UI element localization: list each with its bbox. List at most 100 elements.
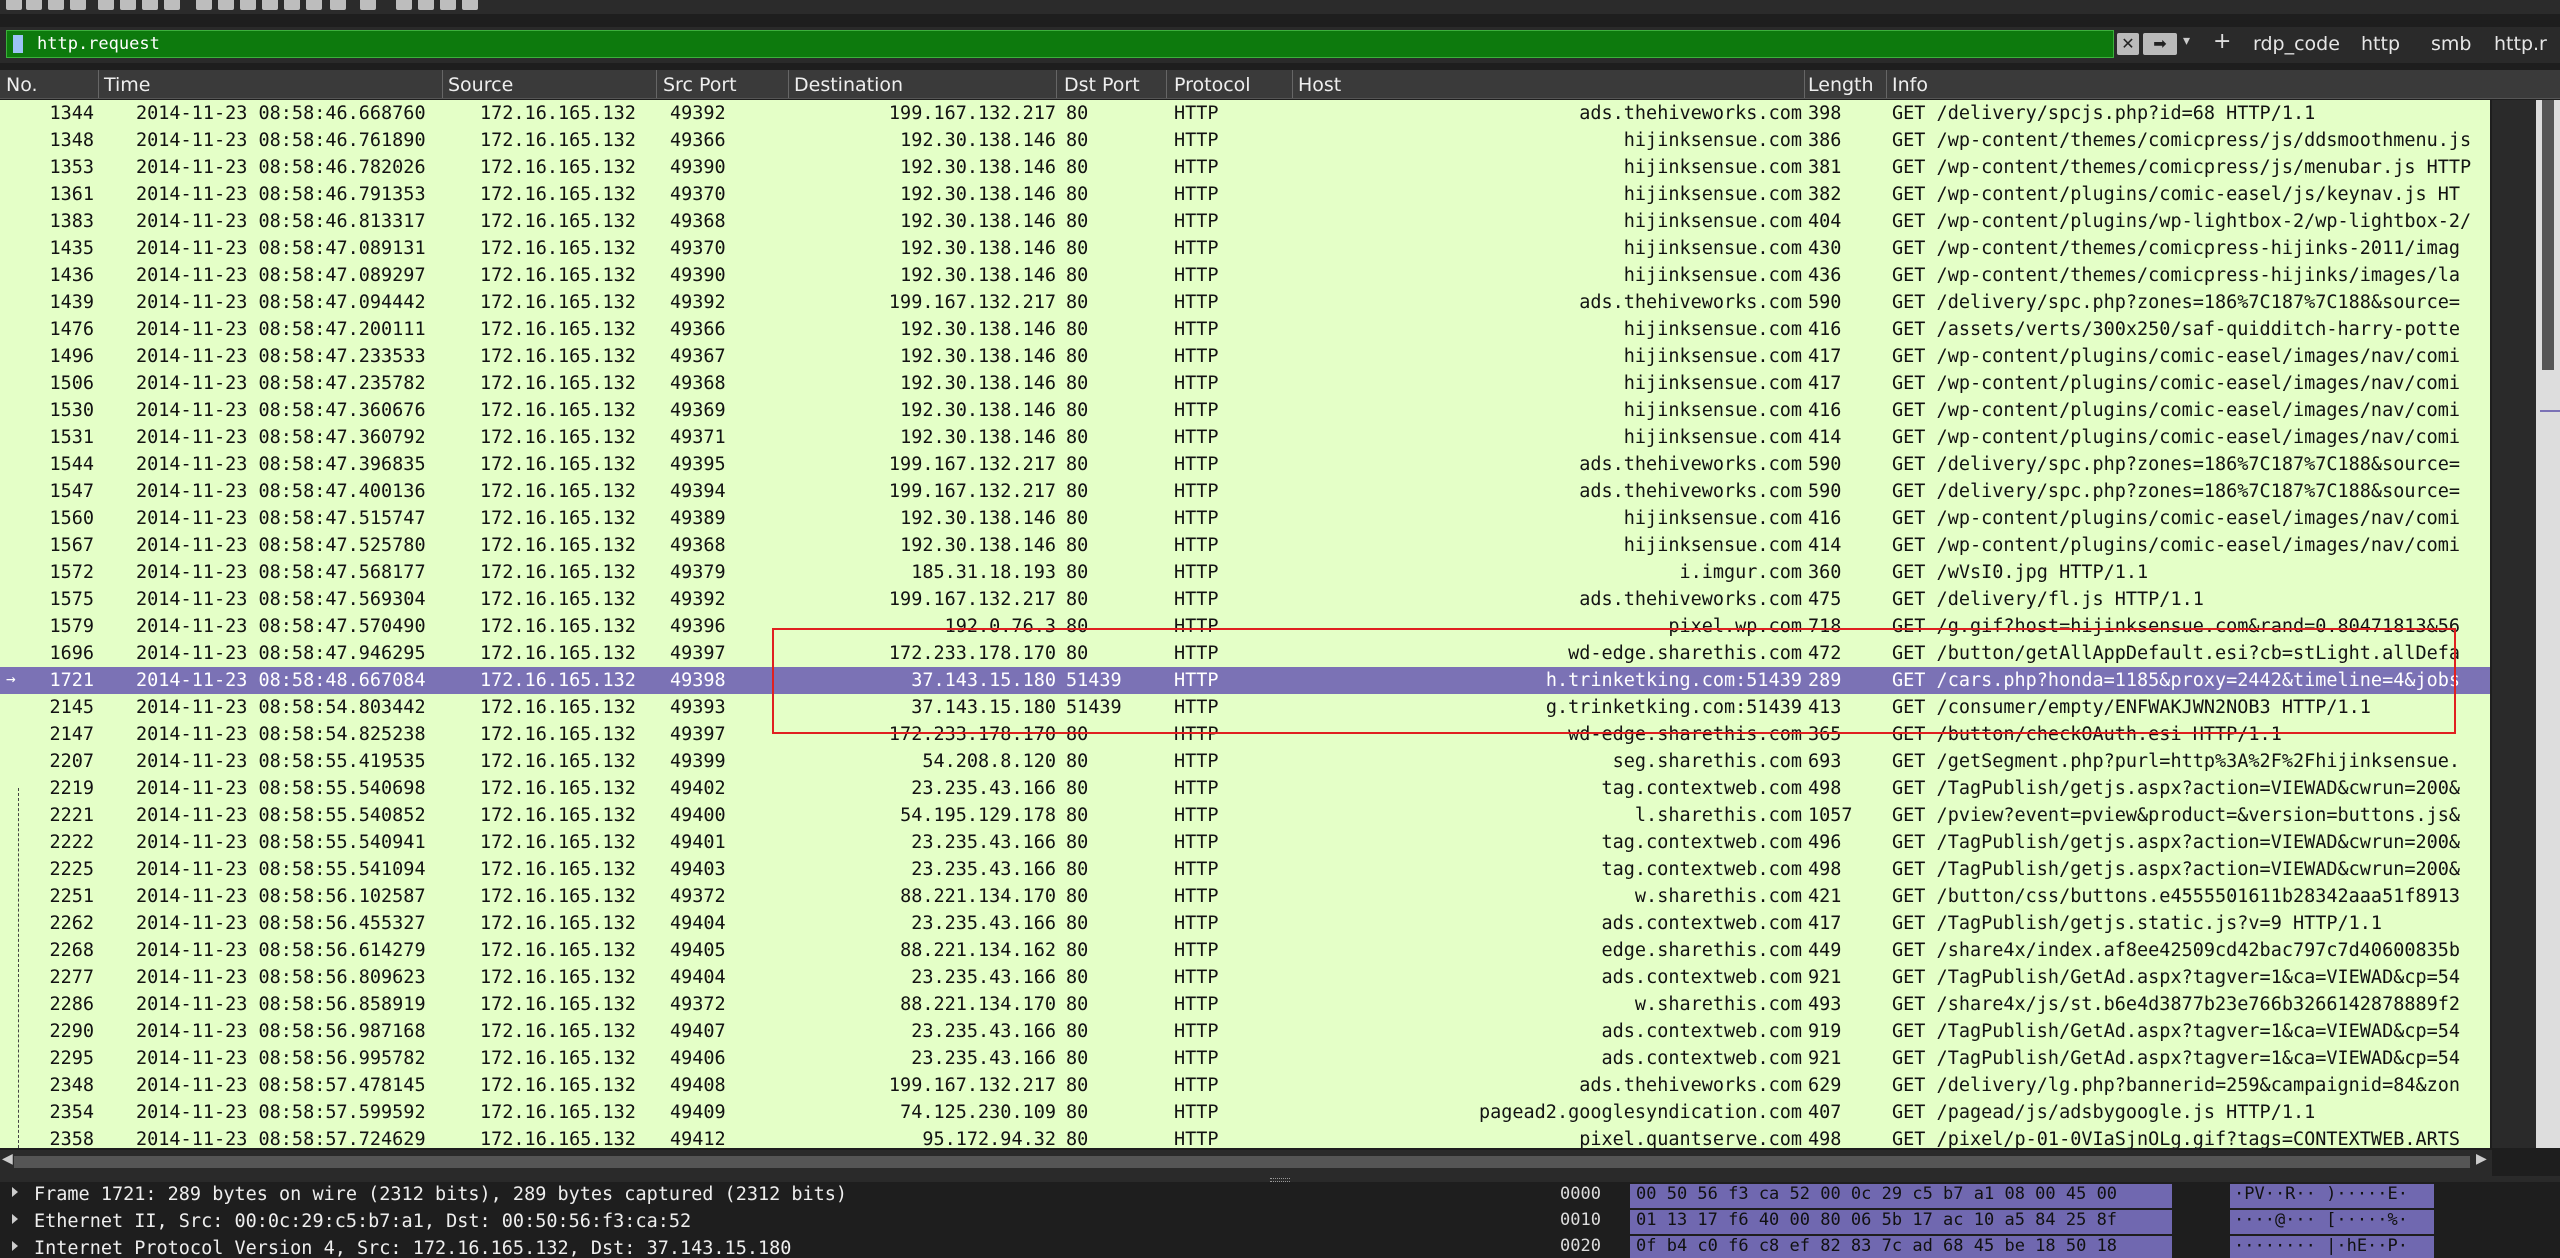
- packet-row[interactable]: 2295 2014-11-23 08:58:56.995782 172.16.165…: [0, 1045, 2490, 1072]
- scroll-right-icon[interactable]: ▶: [2476, 1151, 2487, 1167]
- byte-ascii-row[interactable]: ····@··· [·····%·: [2230, 1210, 2434, 1234]
- zoom-in-icon[interactable]: [396, 0, 412, 10]
- packet-row[interactable]: 1344 2014-11-23 08:58:46.668760 172.16.165…: [0, 100, 2490, 127]
- zoom-out-icon[interactable]: [418, 0, 434, 10]
- filter-button-rdp-code[interactable]: rdp_code: [2253, 33, 2340, 55]
- options-icon[interactable]: [70, 0, 86, 10]
- forward-icon[interactable]: [240, 0, 256, 10]
- packet-row[interactable]: 1547 2014-11-23 08:58:47.400136 172.16.165…: [0, 478, 2490, 505]
- resize-columns-icon[interactable]: [462, 0, 478, 10]
- find-icon[interactable]: [196, 0, 212, 10]
- selected-packet-marker: [2540, 410, 2560, 412]
- col-header-host[interactable]: Host: [1298, 74, 1341, 96]
- packet-row[interactable]: 2268 2014-11-23 08:58:56.614279 172.16.165…: [0, 937, 2490, 964]
- packet-row[interactable]: 1544 2014-11-23 08:58:47.396835 172.16.165…: [0, 451, 2490, 478]
- packet-row[interactable]: 2222 2014-11-23 08:58:55.540941 172.16.165…: [0, 829, 2490, 856]
- cell-sport: 49372: [670, 994, 726, 1015]
- restart-icon[interactable]: [48, 0, 64, 10]
- cell-no: 1544: [49, 454, 94, 475]
- packet-row[interactable]: 1531 2014-11-23 08:58:47.360792 172.16.165…: [0, 424, 2490, 451]
- fin-icon[interactable]: [6, 0, 22, 10]
- col-header-source[interactable]: Source: [448, 74, 513, 96]
- packet-row[interactable]: 2219 2014-11-23 08:58:55.540698 172.16.165…: [0, 775, 2490, 802]
- packet-bytes-pane: 0000 00 50 56 f3 ca 52 00 0c 29 c5 b7 a1…: [1520, 1182, 2560, 1258]
- byte-hex-row[interactable]: 00 50 56 f3 ca 52 00 0c 29 c5 b7 a1 08 0…: [1630, 1184, 2172, 1208]
- open-icon[interactable]: [98, 0, 114, 10]
- col-header-dst-port[interactable]: Dst Port: [1064, 74, 1140, 96]
- apply-filter-button[interactable]: ➡: [2143, 33, 2177, 55]
- colorize-icon[interactable]: [360, 0, 376, 10]
- byte-hex-row[interactable]: 01 13 17 f6 40 00 80 06 5b 17 ac 10 a5 8…: [1630, 1210, 2172, 1234]
- byte-ascii-row[interactable]: ········ |·hE··P·: [2230, 1236, 2434, 1258]
- cell-sport: 49403: [670, 859, 726, 880]
- stop-icon[interactable]: [26, 0, 42, 10]
- packet-row[interactable]: 2262 2014-11-23 08:58:56.455327 172.16.165…: [0, 910, 2490, 937]
- packet-row[interactable]: 2221 2014-11-23 08:58:55.540852 172.16.165…: [0, 802, 2490, 829]
- autoscroll-icon[interactable]: [330, 0, 346, 10]
- byte-hex-row[interactable]: 0f b4 c0 f6 c8 ef 82 83 7c ad 68 45 be 1…: [1630, 1236, 2172, 1258]
- packet-row[interactable]: 1383 2014-11-23 08:58:46.813317 172.16.165…: [0, 208, 2490, 235]
- packet-row[interactable]: 1575 2014-11-23 08:58:47.569304 172.16.165…: [0, 586, 2490, 613]
- packet-list-horizontal-scrollbar[interactable]: ◀ ▶: [0, 1150, 2492, 1176]
- filter-bookmark-icon[interactable]: [13, 35, 23, 53]
- packet-row[interactable]: 2251 2014-11-23 08:58:56.102587 172.16.165…: [0, 883, 2490, 910]
- packet-row[interactable]: 1530 2014-11-23 08:58:47.360676 172.16.165…: [0, 397, 2490, 424]
- cell-dst: 199.167.132.217: [888, 481, 1056, 502]
- reload-icon[interactable]: [164, 0, 180, 10]
- add-filter-button[interactable]: +: [2213, 29, 2231, 54]
- col-header-destination[interactable]: Destination: [794, 74, 903, 96]
- byte-ascii-row[interactable]: ·PV··R·· )·····E·: [2230, 1184, 2434, 1208]
- packet-row[interactable]: 1348 2014-11-23 08:58:46.761890 172.16.165…: [0, 127, 2490, 154]
- expand-triangle-icon[interactable]: [12, 1187, 18, 1197]
- col-header-no[interactable]: No.: [6, 74, 38, 96]
- packet-list-vertical-scrollbar[interactable]: [2492, 100, 2560, 1148]
- packet-row[interactable]: 2286 2014-11-23 08:58:56.858919 172.16.165…: [0, 991, 2490, 1018]
- packet-row[interactable]: 1436 2014-11-23 08:58:47.089297 172.16.165…: [0, 262, 2490, 289]
- close-icon[interactable]: [142, 0, 158, 10]
- filter-button-http-r[interactable]: http.r: [2494, 33, 2547, 55]
- col-header-info[interactable]: Info: [1892, 74, 1928, 96]
- normal-size-icon[interactable]: [440, 0, 456, 10]
- packet-row[interactable]: 2354 2014-11-23 08:58:57.599592 172.16.165…: [0, 1099, 2490, 1126]
- packet-row[interactable]: 1496 2014-11-23 08:58:47.233533 172.16.165…: [0, 343, 2490, 370]
- packet-row[interactable]: 1572 2014-11-23 08:58:47.568177 172.16.165…: [0, 559, 2490, 586]
- packet-row[interactable]: 2358 2014-11-23 08:58:57.724629 172.16.165…: [0, 1126, 2490, 1148]
- packet-row[interactable]: 1439 2014-11-23 08:58:47.094442 172.16.165…: [0, 289, 2490, 316]
- display-filter-input[interactable]: http.request: [6, 30, 2114, 58]
- cell-dport: 80: [1066, 805, 1089, 826]
- cell-dst: 192.30.138.146: [900, 319, 1056, 340]
- col-header-src-port[interactable]: Src Port: [663, 74, 737, 96]
- packet-row[interactable]: 2277 2014-11-23 08:58:56.809623 172.16.165…: [0, 964, 2490, 991]
- packet-row[interactable]: 1353 2014-11-23 08:58:46.782026 172.16.165…: [0, 154, 2490, 181]
- packet-row[interactable]: 2207 2014-11-23 08:58:55.419535 172.16.165…: [0, 748, 2490, 775]
- scroll-left-icon[interactable]: ◀: [2, 1151, 13, 1167]
- vertical-scroll-thumb[interactable]: [2542, 100, 2554, 370]
- packet-row[interactable]: 1361 2014-11-23 08:58:46.791353 172.16.165…: [0, 181, 2490, 208]
- col-header-time[interactable]: Time: [104, 74, 151, 96]
- filter-button-smb[interactable]: smb: [2431, 33, 2471, 55]
- clear-filter-button[interactable]: ✕: [2117, 33, 2139, 55]
- packet-row[interactable]: 2348 2014-11-23 08:58:57.478145 172.16.165…: [0, 1072, 2490, 1099]
- filter-text[interactable]: http.request: [37, 34, 160, 54]
- packet-list[interactable]: 1344 2014-11-23 08:58:46.668760 172.16.165…: [0, 100, 2490, 1148]
- packet-row[interactable]: 1506 2014-11-23 08:58:47.235782 172.16.165…: [0, 370, 2490, 397]
- col-header-length[interactable]: Length: [1808, 74, 1874, 96]
- packet-row[interactable]: 1567 2014-11-23 08:58:47.525780 172.16.165…: [0, 532, 2490, 559]
- save-icon[interactable]: [120, 0, 136, 10]
- packet-row[interactable]: 2225 2014-11-23 08:58:55.541094 172.16.165…: [0, 856, 2490, 883]
- packet-row[interactable]: 1435 2014-11-23 08:58:47.089131 172.16.165…: [0, 235, 2490, 262]
- packet-row[interactable]: 1476 2014-11-23 08:58:47.200111 172.16.165…: [0, 316, 2490, 343]
- goto-icon[interactable]: [262, 0, 278, 10]
- filter-button-http[interactable]: http: [2361, 33, 2400, 55]
- back-icon[interactable]: [218, 0, 234, 10]
- packet-row[interactable]: 1560 2014-11-23 08:58:47.515747 172.16.165…: [0, 505, 2490, 532]
- col-header-protocol[interactable]: Protocol: [1174, 74, 1251, 96]
- first-icon[interactable]: [284, 0, 300, 10]
- filter-history-chevron-down-icon[interactable]: ▾: [2183, 33, 2190, 49]
- expand-triangle-icon[interactable]: [12, 1214, 18, 1224]
- horizontal-scroll-thumb[interactable]: [14, 1156, 2470, 1168]
- last-icon[interactable]: [306, 0, 322, 10]
- expand-triangle-icon[interactable]: [12, 1241, 18, 1251]
- cell-src: 172.16.165.132: [480, 130, 636, 151]
- packet-row[interactable]: 2290 2014-11-23 08:58:56.987168 172.16.165…: [0, 1018, 2490, 1045]
